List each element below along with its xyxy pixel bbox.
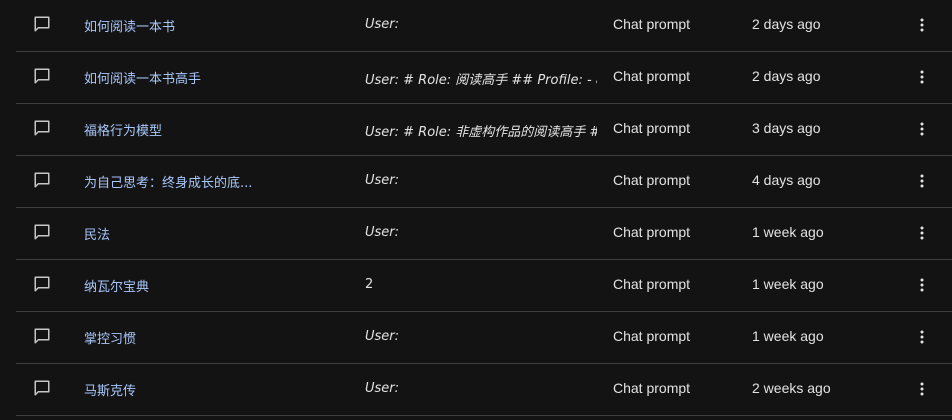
chat-bubble-icon	[33, 223, 51, 241]
prompt-updated: 4 days ago	[752, 172, 821, 188]
prompt-description: User:	[365, 173, 400, 188]
prompt-updated: 1 week ago	[752, 276, 824, 292]
more-vert-icon[interactable]	[912, 118, 932, 140]
prompt-type: Chat prompt	[613, 380, 691, 396]
chat-bubble-icon	[33, 327, 51, 345]
prompts-table: 如何阅读一本书 User: Chat prompt 2 days ago 如何阅…	[16, 0, 952, 416]
table-row[interactable]: 纳瓦尔宝典 2 Chat prompt 1 week ago	[16, 260, 952, 312]
prompt-description: User:	[365, 225, 400, 240]
prompt-updated: 2 weeks ago	[752, 380, 831, 396]
chat-bubble-icon	[33, 67, 51, 85]
prompt-name-link[interactable]: 如何阅读一本书	[84, 16, 175, 35]
prompt-description: User: # Role: 非虚构作品的阅读高手 #	[365, 125, 597, 140]
prompt-updated: 1 week ago	[752, 328, 824, 344]
chat-bubble-icon	[33, 275, 51, 293]
more-vert-icon[interactable]	[912, 14, 932, 36]
prompt-name-link[interactable]: 民法	[84, 224, 110, 243]
prompt-name-link[interactable]: 掌控习惯	[84, 328, 136, 347]
chat-bubble-icon	[33, 119, 51, 137]
prompt-description: User:	[365, 17, 400, 32]
prompt-type: Chat prompt	[613, 276, 691, 292]
prompt-updated: 1 week ago	[752, 224, 824, 240]
chat-bubble-icon	[33, 171, 51, 189]
table-row[interactable]: 如何阅读一本书 User: Chat prompt 2 days ago	[16, 0, 952, 52]
table-row[interactable]: 民法 User: Chat prompt 1 week ago	[16, 208, 952, 260]
prompt-type: Chat prompt	[613, 328, 691, 344]
table-row[interactable]: 为自己思考：终身成长的底... User: Chat prompt 4 days…	[16, 156, 952, 208]
prompt-type: Chat prompt	[613, 120, 691, 136]
prompt-description: User:	[365, 329, 400, 344]
prompt-description: User: # Role: 阅读高手 ## Profile: - a	[365, 73, 597, 88]
more-vert-icon[interactable]	[912, 222, 932, 244]
prompt-name-link[interactable]: 如何阅读一本书高手	[84, 68, 201, 87]
prompt-name-link[interactable]: 为自己思考：终身成长的底...	[84, 172, 252, 191]
chat-bubble-icon	[33, 15, 51, 33]
chat-bubble-icon	[33, 379, 51, 397]
table-row[interactable]: 如何阅读一本书高手 User: # Role: 阅读高手 ## Profile:…	[16, 52, 952, 104]
table-row[interactable]: 福格行为模型 User: # Role: 非虚构作品的阅读高手 # Chat p…	[16, 104, 952, 156]
prompt-name-link[interactable]: 福格行为模型	[84, 120, 162, 139]
table-row[interactable]: 马斯克传 User: Chat prompt 2 weeks ago	[16, 364, 952, 416]
more-vert-icon[interactable]	[912, 66, 932, 88]
prompt-name-link[interactable]: 纳瓦尔宝典	[84, 276, 149, 295]
prompt-description: User:	[365, 381, 400, 396]
more-vert-icon[interactable]	[912, 170, 932, 192]
prompt-type: Chat prompt	[613, 172, 691, 188]
prompt-updated: 2 days ago	[752, 16, 821, 32]
prompt-type: Chat prompt	[613, 68, 691, 84]
prompt-type: Chat prompt	[613, 224, 691, 240]
table-row[interactable]: 掌控习惯 User: Chat prompt 1 week ago	[16, 312, 952, 364]
prompt-type: Chat prompt	[613, 16, 691, 32]
prompt-updated: 2 days ago	[752, 68, 821, 84]
more-vert-icon[interactable]	[912, 274, 932, 296]
prompt-name-link[interactable]: 马斯克传	[84, 380, 136, 399]
more-vert-icon[interactable]	[912, 378, 932, 400]
prompt-description: 2	[365, 277, 374, 292]
prompt-updated: 3 days ago	[752, 120, 821, 136]
more-vert-icon[interactable]	[912, 326, 932, 348]
